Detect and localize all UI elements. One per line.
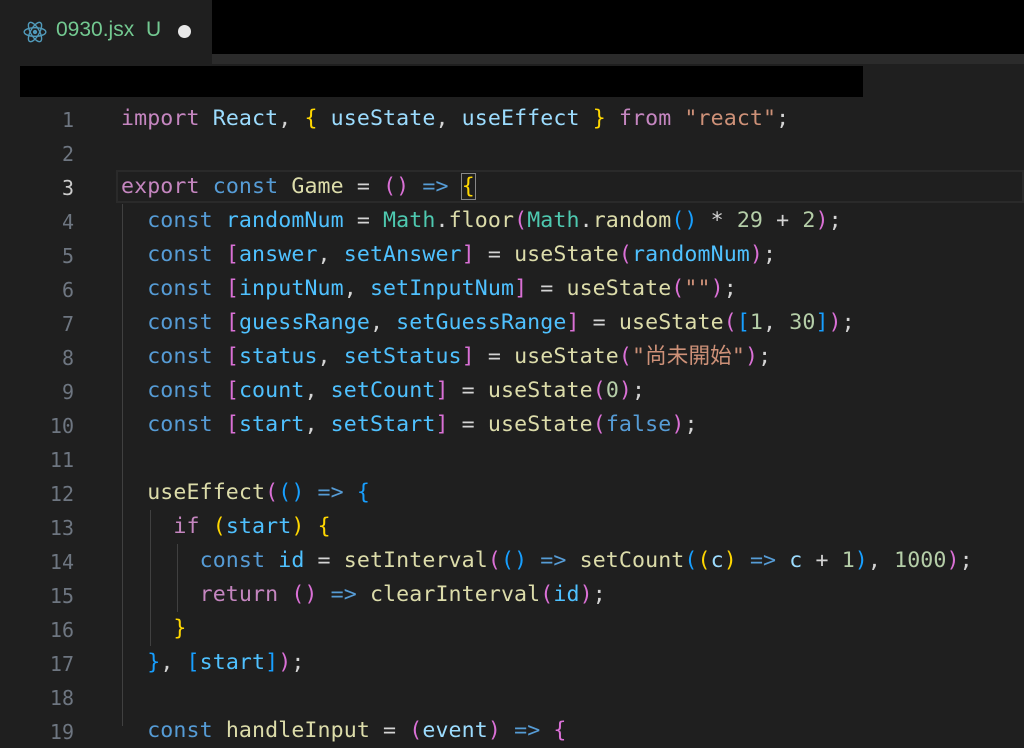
code-text: const [inputNum, setInputNum] = useState…: [147, 276, 737, 301]
code-text: const randomNum = Math.floor(Math.random…: [147, 208, 842, 233]
code-text: const [answer, setAnswer] = useState(ran…: [147, 242, 777, 267]
line-number: 14: [49, 550, 74, 574]
code-line: 14 const id = setInterval(() => setCount…: [0, 544, 1024, 578]
code-text: return () => clearInterval(id);: [199, 582, 606, 607]
code-line: 3 export const Game = () => {: [0, 170, 1024, 204]
code-line: 10 const [start, setStart] = useState(fa…: [0, 408, 1024, 442]
tab-bar: 0930.jsx U: [0, 0, 1024, 64]
line-number: 3: [61, 176, 74, 200]
code-line: 12 useEffect(() => {: [0, 476, 1024, 510]
line-number: 2: [61, 142, 74, 166]
code-line: 11: [0, 442, 1024, 476]
line-number: 16: [49, 618, 74, 642]
code-text: const [count, setCount] = useState(0);: [147, 378, 646, 403]
code-line: 19 const handleInput = (event) => {: [0, 714, 1024, 748]
code-line: 16 }: [0, 612, 1024, 646]
code-line: 15 return () => clearInterval(id);: [0, 578, 1024, 612]
line-number: 19: [49, 720, 74, 744]
line-number: 7: [61, 312, 74, 336]
code-text: export const Game = () => {: [121, 173, 476, 200]
code-line: 6 const [inputNum, setInputNum] = useSta…: [0, 272, 1024, 306]
code-text: const [guessRange, setGuessRange] = useS…: [147, 310, 855, 335]
code-text: const id = setInterval(() => setCount((c…: [199, 548, 973, 573]
line-number: 4: [61, 210, 74, 234]
line-number: 8: [61, 346, 74, 370]
line-number: 9: [61, 380, 74, 404]
editor-tab[interactable]: 0930.jsx U: [0, 0, 212, 64]
line-number: 10: [49, 414, 74, 438]
code-text: useEffect(() => {: [147, 480, 370, 505]
line-number: 5: [61, 244, 74, 268]
code-line: 7 const [guessRange, setGuessRange] = us…: [0, 306, 1024, 340]
git-status-badge: U: [146, 18, 162, 41]
code-text: if (start) {: [173, 514, 331, 539]
code-line: 4 const randomNum = Math.floor(Math.rand…: [0, 204, 1024, 238]
code-text: }: [173, 616, 187, 641]
code-text: }, [start]);: [147, 650, 305, 675]
code-line: 17 }, [start]);: [0, 646, 1024, 680]
line-number: 17: [49, 652, 74, 676]
line-number: 18: [49, 686, 74, 710]
line-number: 11: [49, 448, 74, 472]
code-line: 1 import React, { useState, useEffect } …: [0, 102, 1024, 136]
breadcrumb-redacted: [20, 66, 863, 97]
code-line: 13 if (start) {: [0, 510, 1024, 544]
line-number: 12: [49, 482, 74, 506]
code-line: 18: [0, 680, 1024, 714]
code-text: const [start, setStart] = useState(false…: [147, 412, 698, 437]
code-line: 9 const [count, setCount] = useState(0);: [0, 374, 1024, 408]
code-text: const handleInput = (event) => {: [147, 718, 567, 743]
code-text: import React, { useState, useEffect } fr…: [121, 106, 790, 131]
code-editor[interactable]: 1 import React, { useState, useEffect } …: [0, 102, 1024, 744]
code-line: 2: [0, 136, 1024, 170]
code-line: 5 const [answer, setAnswer] = useState(r…: [0, 238, 1024, 272]
code-text: const [status, setStatus] = useState("尚未…: [147, 344, 772, 369]
react-icon: [23, 21, 47, 43]
code-line: 8 const [status, setStatus] = useState("…: [0, 340, 1024, 374]
line-number: 15: [49, 584, 74, 608]
tab-scrollbar[interactable]: [212, 54, 1024, 64]
line-number: 13: [49, 516, 74, 540]
unsaved-dot-icon[interactable]: [178, 25, 191, 38]
line-number: 1: [61, 108, 74, 132]
tab-filename: 0930.jsx: [56, 18, 135, 41]
line-number: 6: [61, 278, 74, 302]
